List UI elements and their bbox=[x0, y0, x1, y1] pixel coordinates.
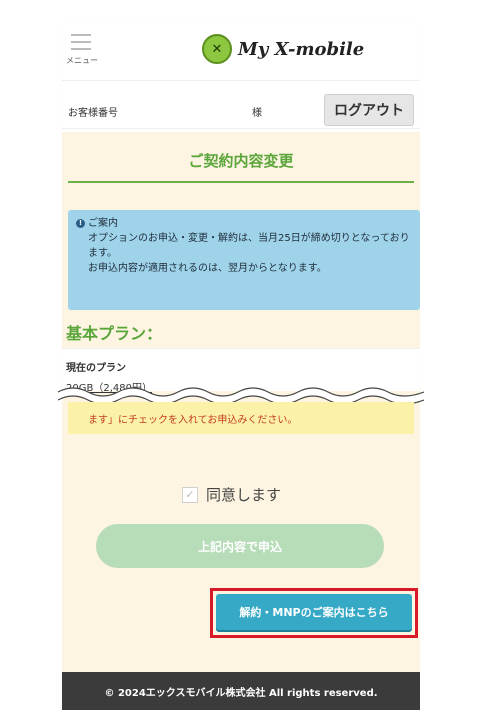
info-line-2: お申込内容が適用されるのは、翌月からとなります。 bbox=[88, 263, 327, 274]
info-line-1: オプションのお申込・変更・解約は、当月25日が締め切りとなっております。 bbox=[88, 233, 410, 259]
logo-emblem-icon: ✕ bbox=[202, 34, 232, 64]
app-header: メニュー ✕ My X-mobile bbox=[62, 22, 420, 81]
hamburger-icon bbox=[71, 34, 91, 50]
agree-checkbox[interactable]: ✓ bbox=[182, 486, 198, 503]
info-icon: ! bbox=[76, 219, 85, 228]
info-title: ご案内 bbox=[88, 218, 118, 229]
cancellation-mnp-button[interactable]: 解約・MNPのご案内はこちら bbox=[216, 594, 412, 630]
footer: © 2024エックスモバイル株式会社 All rights reserved. bbox=[62, 672, 420, 710]
notice-text: ます」にチェックを入れてお申込みください。 bbox=[88, 414, 298, 426]
account-bar: お客様番号 様 ログアウト bbox=[62, 92, 420, 129]
customer-number-label: お客様番号 bbox=[68, 108, 118, 119]
logo-text: My X-mobile bbox=[238, 38, 365, 60]
menu-button[interactable]: メニュー bbox=[66, 30, 98, 72]
current-plan-label: 現在のプラン bbox=[66, 363, 126, 374]
apply-button[interactable]: 上記内容で申込 bbox=[96, 524, 384, 568]
agree-label: 同意します bbox=[206, 486, 282, 504]
menu-label: メニュー bbox=[66, 56, 98, 65]
copyright-text: © 2024エックスモバイル株式会社 All rights reserved. bbox=[104, 687, 378, 699]
basic-plan-heading: 基本プラン： bbox=[66, 324, 163, 343]
logo[interactable]: ✕ My X-mobile bbox=[202, 34, 364, 64]
main-content: ご契約内容変更 ! ご案内 オプションのお申込・変更・解約は、当月25日が締め切… bbox=[58, 132, 424, 672]
agree-checkbox-row[interactable]: ✓ 同意します bbox=[182, 484, 281, 505]
logout-button[interactable]: ログアウト bbox=[324, 94, 414, 126]
page-title: ご契約内容変更 bbox=[68, 150, 414, 183]
notice-banner: ます」にチェックを入れてお申込みください。 bbox=[68, 402, 414, 434]
customer-honorific: 様 bbox=[252, 108, 262, 119]
phone-screen: メニュー ✕ My X-mobile お客様番号 様 ログアウト ご契約内容変更… bbox=[58, 22, 424, 710]
current-plan-panel: 現在のプラン 20GB（2,480円） bbox=[62, 348, 420, 394]
info-notice: ! ご案内 オプションのお申込・変更・解約は、当月25日が締め切りとなっておりま… bbox=[68, 210, 420, 310]
